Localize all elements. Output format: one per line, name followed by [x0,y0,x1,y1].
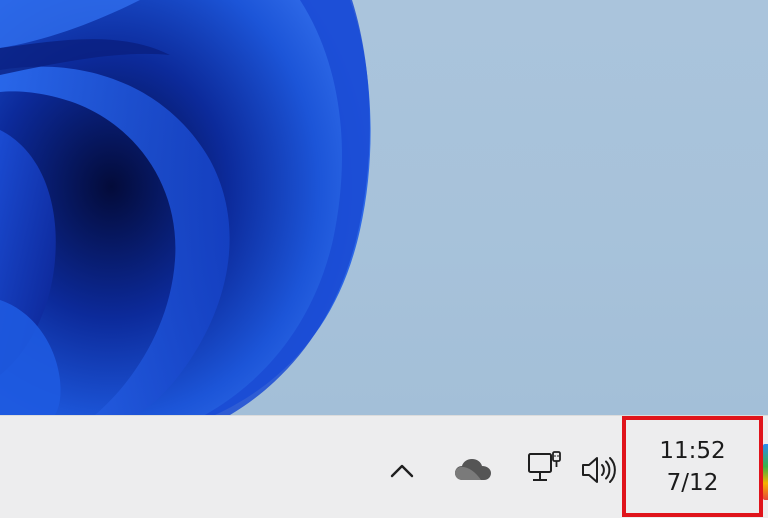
bloom-graphic [0,0,371,415]
speaker-volume-icon [582,457,616,483]
clock-time: 11:52 [659,437,726,464]
wired-network-icon [528,451,561,481]
desktop-wallpaper [0,0,768,415]
notification-badge [763,444,768,500]
network-button[interactable] [522,446,566,490]
volume-button[interactable] [576,450,622,490]
chevron-up-icon [390,464,414,478]
cloud-icon [455,459,491,480]
show-hidden-icons-button[interactable] [381,452,423,488]
taskbar: 11:52 7/12 [0,415,768,518]
onedrive-button[interactable] [450,452,496,488]
taskbar-clock[interactable]: 11:52 7/12 [622,416,763,517]
clock-date: 7/12 [666,469,719,496]
